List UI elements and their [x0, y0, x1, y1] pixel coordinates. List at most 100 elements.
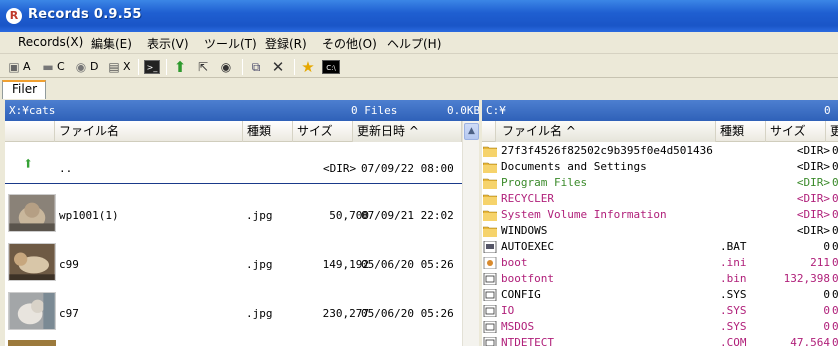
cat-photo-thumbnail: [8, 292, 56, 330]
command-prompt-icon: C:\: [322, 59, 340, 74]
file-name: ..: [59, 162, 73, 175]
menu-edit[interactable]: 編集(E): [91, 35, 132, 52]
console-button[interactable]: >_: [144, 57, 160, 76]
scroll-up-arrow-icon[interactable]: ▲: [464, 123, 479, 140]
left-scrollbar[interactable]: ▲: [462, 121, 479, 346]
up-arrow-icon: ⬆: [173, 57, 187, 76]
parent-dir-row[interactable]: ⬆ .. <DIR> 07/09/22 08:00: [5, 148, 462, 184]
menu-bar: Records(X) 編集(E) 表示(V) ツール(T) 登録(R) その他(…: [0, 32, 838, 54]
toolbar-separator: [166, 59, 167, 75]
folder-icon: [483, 162, 497, 173]
right-header-date[interactable]: 更: [826, 121, 838, 142]
find-button[interactable]: ◉: [218, 57, 234, 76]
table-row[interactable]: wp1001(1) .jpg 50,700 07/09/21 22:02: [5, 191, 462, 235]
left-total-size: 0.0KB: [447, 104, 479, 117]
cat-photo-thumbnail: [8, 340, 56, 346]
file-date: 0: [832, 272, 838, 285]
file-size: 132,398: [783, 272, 830, 285]
left-path-bar: X:¥cats 0 Files 0.0KB: [5, 100, 479, 121]
file-size: <DIR>: [796, 160, 830, 173]
close-icon: ✕: [271, 57, 285, 76]
table-row[interactable]: Documents and Settings <DIR> 0: [482, 159, 838, 175]
menu-register[interactable]: 登録(R): [265, 35, 307, 52]
table-row[interactable]: c97 .jpg 230,277 05/06/20 05:26: [5, 289, 462, 333]
left-header-size[interactable]: サイズ: [293, 121, 353, 142]
table-row[interactable]: boot .ini 211 0: [482, 255, 838, 271]
file-size: <DIR>: [796, 176, 830, 189]
menu-records[interactable]: Records(X): [18, 35, 83, 49]
terminal-icon: >_: [144, 59, 160, 74]
right-header-type[interactable]: 種類: [716, 121, 766, 142]
file-type: .SYS: [720, 304, 747, 317]
copy-button[interactable]: ⧉: [248, 57, 264, 76]
file-date: 05/06/20 05:26: [361, 258, 454, 271]
system-file-icon: [483, 273, 497, 285]
file-date: 0: [832, 304, 838, 317]
left-header-icon-column[interactable]: [5, 121, 55, 142]
file-date: 0: [832, 288, 838, 301]
drive-d-button[interactable]: ◉ D: [73, 57, 99, 76]
table-row[interactable]: AUTOEXEC .BAT 0 0: [482, 239, 838, 255]
binoculars-icon: ◉: [220, 59, 232, 74]
file-date: 0: [832, 144, 838, 157]
app-icon: R: [6, 8, 22, 24]
left-header-date[interactable]: 更新日時 ^: [353, 121, 462, 142]
table-row[interactable]: bootfont .bin 132,398 0: [482, 271, 838, 287]
left-header-name[interactable]: ファイル名: [55, 121, 243, 142]
floppy-drive-icon: ▣: [8, 59, 20, 74]
file-type: .BAT: [720, 240, 747, 253]
file-date: 0: [832, 240, 838, 253]
file-name: AUTOEXEC: [501, 240, 554, 253]
file-date: 0: [832, 224, 838, 237]
drive-c-button[interactable]: ▬ C: [40, 57, 64, 76]
table-row[interactable]: 27f3f4526f82502c9b395f0e4d501436 <DIR> 0: [482, 143, 838, 159]
menu-other[interactable]: その他(O): [322, 35, 377, 52]
left-file-pane[interactable]: X:¥cats 0 Files 0.0KB ファイル名 種類 サイズ 更新日時 …: [5, 100, 479, 346]
table-row[interactable]: c99 .jpg 149,192 05/06/20 05:26: [5, 240, 462, 284]
file-name: System Volume Information: [501, 208, 667, 221]
file-name: c97: [59, 307, 79, 320]
file-size: <DIR>: [796, 192, 830, 205]
system-file-icon: [483, 337, 497, 346]
right-header-name[interactable]: ファイル名 ^: [496, 121, 716, 142]
table-row[interactable]: MSDOS .SYS 0 0: [482, 319, 838, 335]
menu-help[interactable]: ヘルプ(H): [387, 35, 441, 52]
folder-icon: [483, 178, 497, 189]
left-file-count: 0 Files: [351, 104, 398, 117]
right-header-size[interactable]: サイズ: [766, 121, 826, 142]
table-row[interactable]: RECYCLER <DIR> 0: [482, 191, 838, 207]
table-row[interactable]: IO .SYS 0 0: [482, 303, 838, 319]
file-type: .SYS: [720, 320, 747, 333]
select-button[interactable]: ⇱: [195, 57, 211, 76]
toolbar-separator: [294, 59, 295, 75]
file-type: .bin: [720, 272, 747, 285]
file-name: IO: [501, 304, 515, 317]
table-row[interactable]: WINDOWS <DIR> 0: [482, 223, 838, 239]
cat-photo-thumbnail: [8, 194, 56, 232]
title-bar: R Records 0.9.55: [0, 0, 838, 32]
command-prompt-button[interactable]: C:\: [322, 57, 340, 76]
left-column-header: ファイル名 種類 サイズ 更新日時 ^: [5, 121, 479, 142]
drive-x-button[interactable]: ▤ X: [106, 57, 130, 76]
favorites-button[interactable]: ★: [300, 57, 316, 76]
table-row[interactable]: System Volume Information <DIR> 0: [482, 207, 838, 223]
table-row[interactable]: Program Files <DIR> 0: [482, 175, 838, 191]
tab-filer[interactable]: Filer: [2, 80, 46, 99]
file-type: .jpg: [246, 209, 273, 222]
left-header-type[interactable]: 種類: [243, 121, 293, 142]
delete-button[interactable]: ✕: [270, 57, 286, 76]
table-row[interactable]: CONFIG .SYS 0 0: [482, 287, 838, 303]
file-name: wp1001(1): [59, 209, 119, 222]
menu-tools[interactable]: ツール(T): [204, 35, 257, 52]
right-file-pane[interactable]: C:¥ 0 ファイル名 ^ 種類 サイズ 更 27f3f4526f82502c9…: [482, 100, 838, 346]
right-header-icon-column[interactable]: [482, 121, 496, 142]
file-date: 0: [832, 208, 838, 221]
file-size: <DIR>: [323, 162, 357, 175]
drive-a-button[interactable]: ▣ A: [6, 57, 30, 76]
menu-view[interactable]: 表示(V): [147, 35, 189, 52]
folder-icon: [483, 226, 497, 237]
go-up-button[interactable]: ⬆: [172, 57, 188, 76]
toolbar-separator: [138, 59, 139, 75]
table-row[interactable]: NTDETECT .COM 47,564 0: [482, 335, 838, 346]
file-name: WINDOWS: [501, 224, 548, 237]
